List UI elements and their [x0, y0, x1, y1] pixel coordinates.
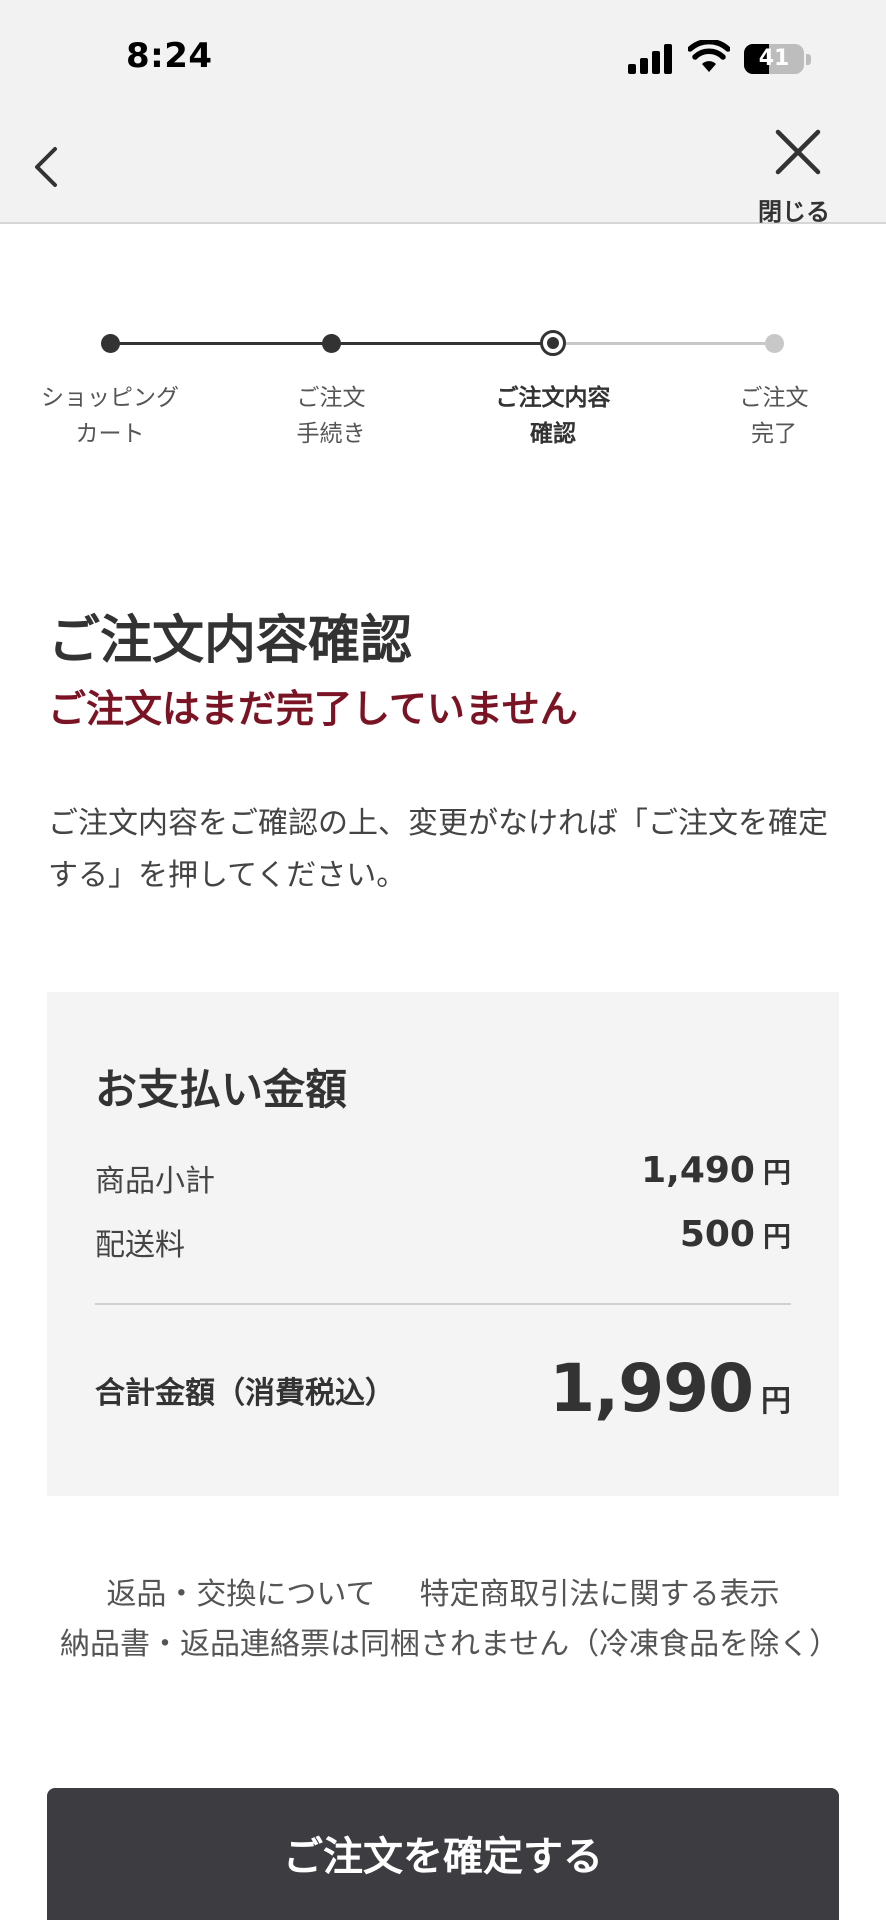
currency-unit: 円 — [762, 1220, 791, 1253]
page-title: ご注文内容確認 — [48, 611, 413, 671]
status-bar: 8:24 41 — [0, 0, 886, 110]
legal-notice-link[interactable]: 特定商取引法に関する表示 — [420, 1577, 780, 1612]
subtotal-amount: 1,490 円 — [641, 1150, 791, 1191]
confirm-order-button[interactable]: ご注文を確定する — [47, 1788, 839, 1920]
invoice-note: 納品書・返品連絡票は同梱されません（冷凍食品を除く） — [60, 1627, 840, 1662]
shipping-label: 配送料 — [95, 1228, 185, 1263]
step-dot-cart — [101, 334, 120, 353]
shipping-amount: 500 円 — [680, 1214, 791, 1255]
payment-summary-panel: お支払い金額 商品小計 1,490 円 配送料 500 円 合計金額（消費税込） 1… — [47, 992, 839, 1496]
step-label-cart: ショッピング カート — [41, 385, 179, 447]
battery-cap — [806, 54, 811, 65]
policy-links: 返品・交換について 特定商取引法に関する表示 納品書・返品連絡票は同梱されません（… — [60, 1570, 839, 1670]
step-label-procedure: ご注文 手続き — [296, 385, 366, 447]
battery-icon: 41 — [744, 44, 804, 74]
total-amount: 1,990 円 — [549, 1350, 791, 1427]
step-dot-complete — [765, 334, 784, 353]
total-value: 1,990 — [549, 1350, 754, 1427]
shipping-value: 500 — [679, 1214, 755, 1255]
cellular-signal-icon — [628, 44, 674, 74]
instructions-text: ご注文内容をご確認の上、変更がなければ「ご注文を確定する」を押してください。 — [48, 806, 828, 893]
close-button[interactable]: 閉じる — [748, 126, 848, 224]
back-button[interactable] — [24, 140, 74, 194]
step-connector-todo — [553, 342, 774, 345]
step-label-complete: ご注文 完了 — [739, 385, 809, 447]
summary-divider — [95, 1303, 791, 1305]
close-label: 閉じる — [758, 198, 830, 226]
currency-unit: 円 — [762, 1156, 791, 1189]
currency-unit: 円 — [761, 1384, 791, 1419]
chevron-left-icon — [35, 147, 57, 187]
wifi-icon — [688, 40, 730, 72]
total-label: 合計金額（消費税込） — [95, 1376, 395, 1411]
status-time: 8:24 — [126, 36, 213, 76]
subtotal-label: 商品小計 — [95, 1164, 215, 1199]
step-dot-confirm — [540, 330, 566, 356]
order-not-complete-warning: ご注文はまだ完了していません — [48, 687, 578, 731]
nav-bar: 閉じる — [0, 110, 886, 224]
step-label-confirm: ご注文内容 確認 — [495, 385, 611, 447]
close-icon — [775, 129, 821, 175]
subtotal-value: 1,490 — [641, 1150, 755, 1191]
step-dot-procedure — [322, 334, 341, 353]
checkout-progress-stepper: ショッピング カート ご注文 手続き ご注文内容 確認 ご注文 完了 — [0, 310, 886, 460]
payment-title: お支払い金額 — [95, 1065, 348, 1114]
battery-percent: 41 — [758, 46, 790, 71]
returns-link[interactable]: 返品・交換について — [106, 1577, 375, 1612]
confirm-order-label: ご注文を確定する — [283, 1834, 603, 1880]
